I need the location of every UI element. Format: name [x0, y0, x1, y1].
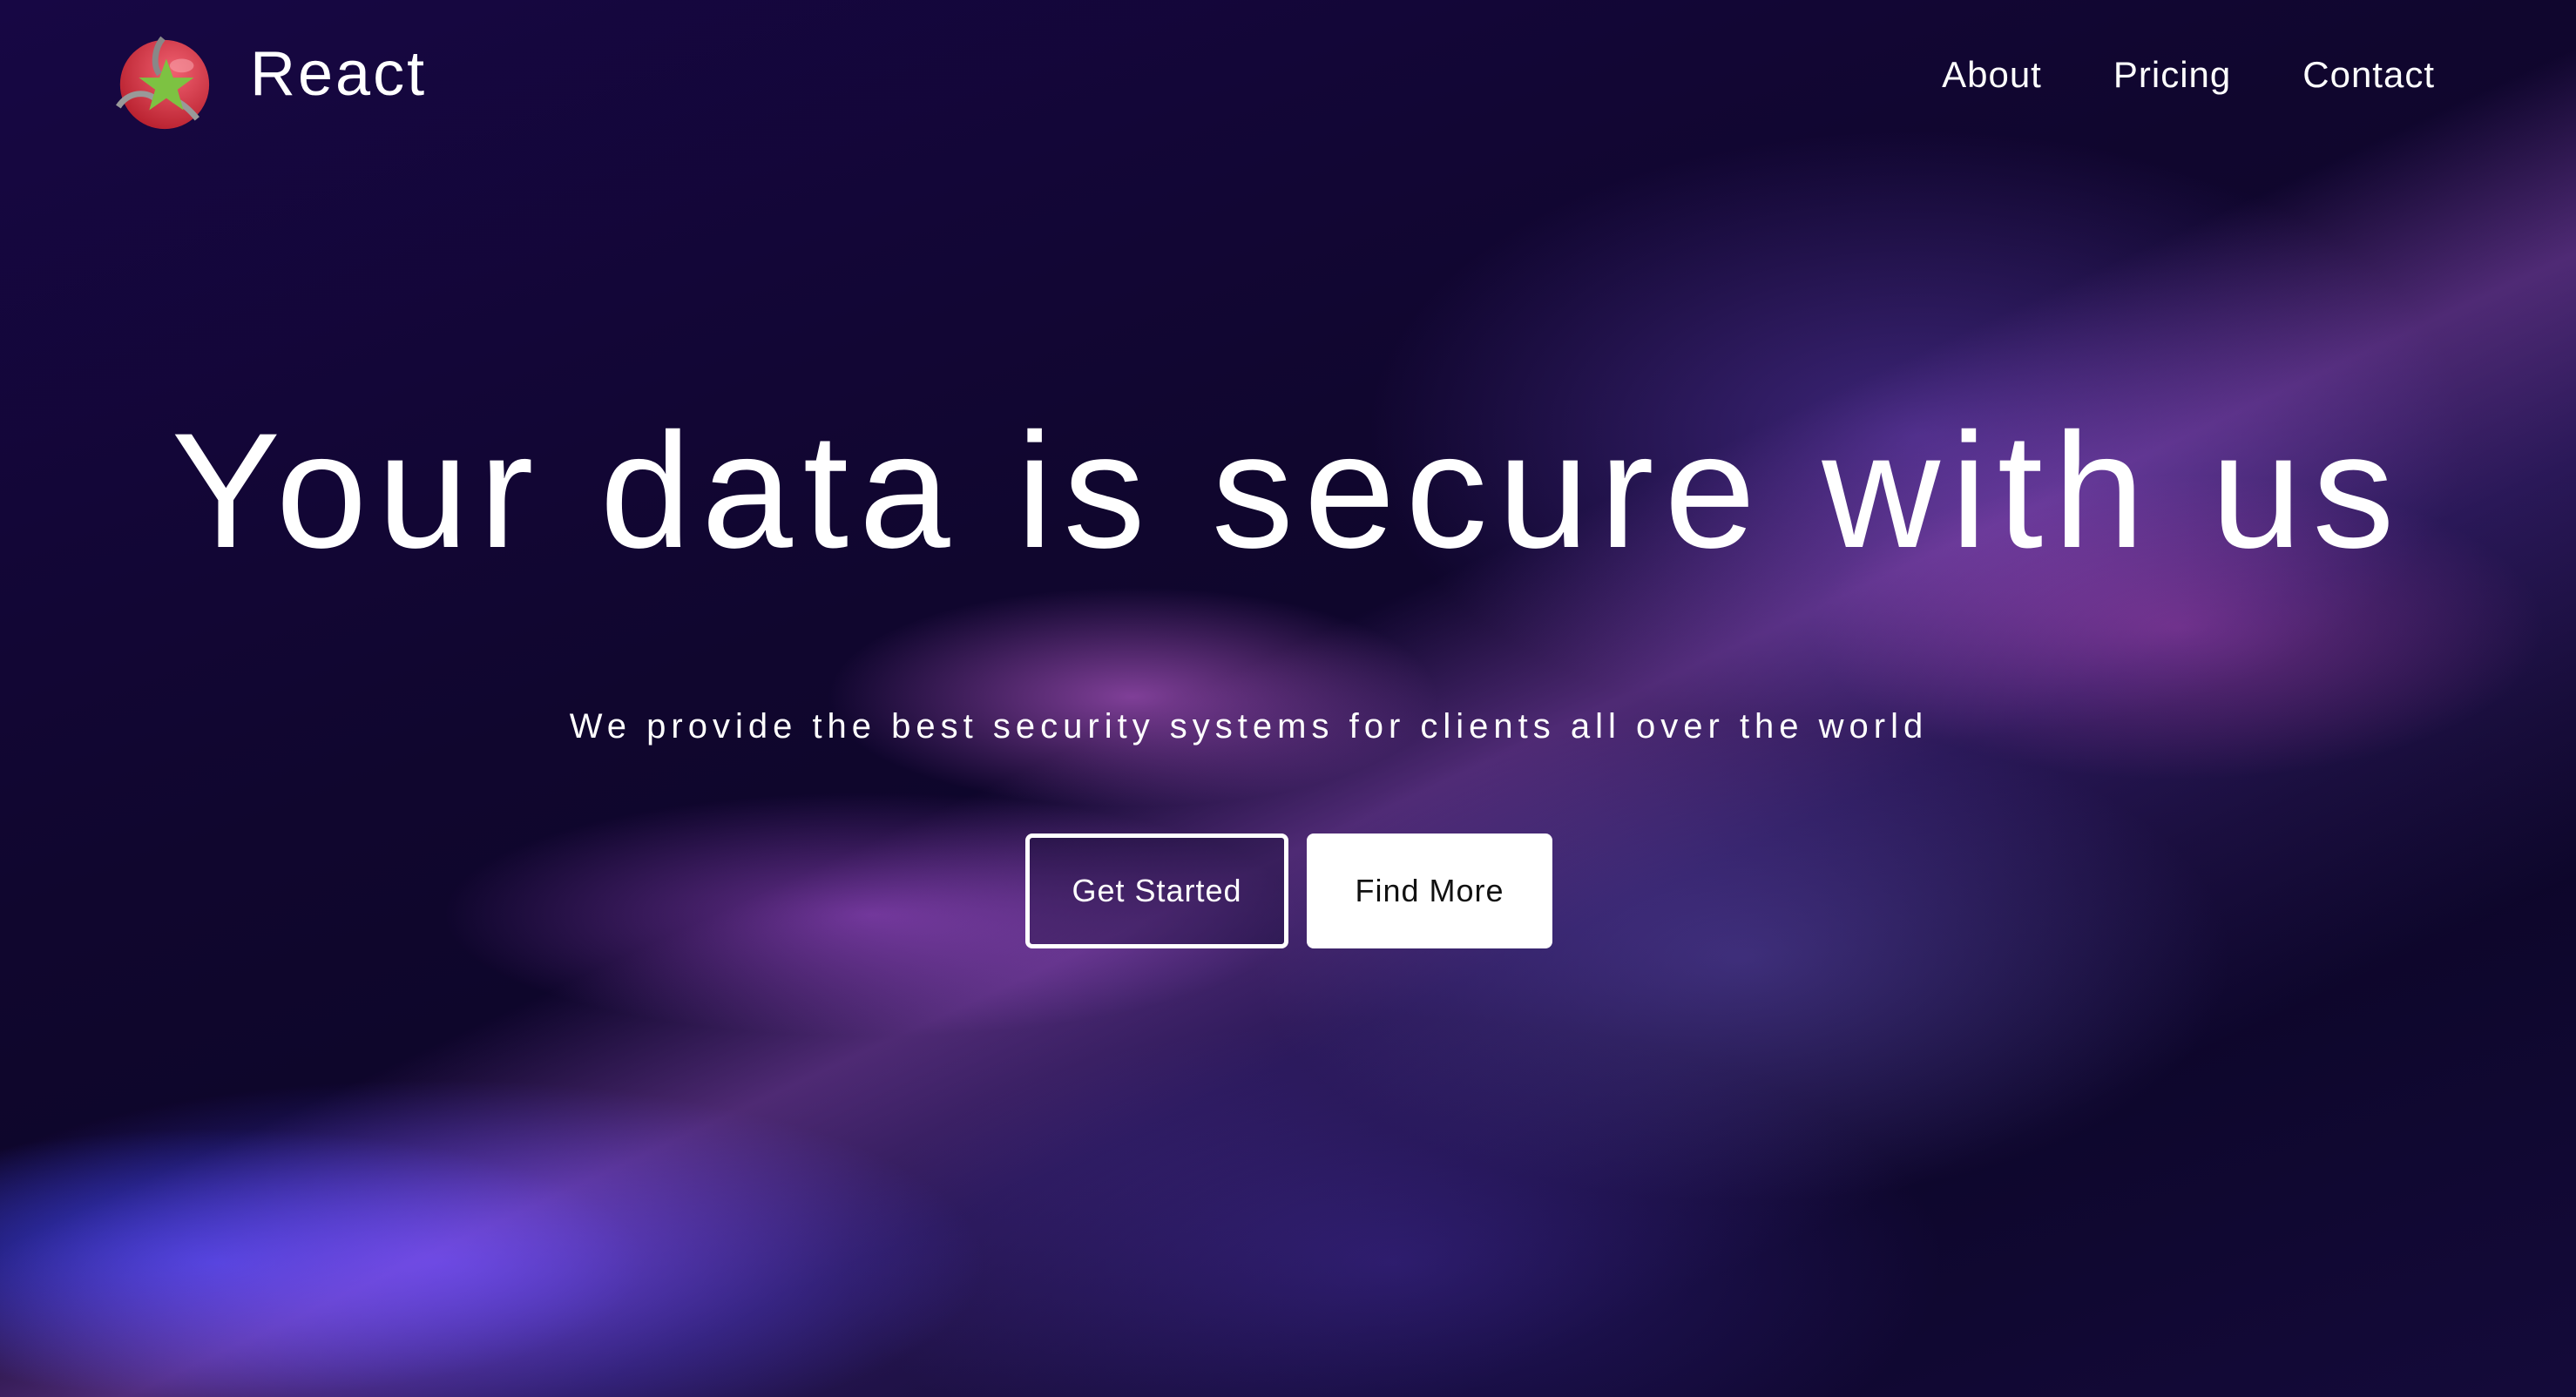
- background-particle-wave: [0, 0, 2576, 1397]
- nav-link-contact[interactable]: Contact: [2302, 54, 2435, 96]
- hero-title: Your data is secure with us: [171, 399, 2405, 582]
- find-more-button[interactable]: Find More: [1307, 833, 1552, 948]
- hero-subtitle: We provide the best security systems for…: [569, 707, 1929, 746]
- main-nav: About Pricing Contact: [1942, 54, 2435, 96]
- brand-name[interactable]: React: [250, 38, 427, 110]
- react-logo-icon: [116, 36, 210, 130]
- nav-link-pricing[interactable]: Pricing: [2113, 54, 2231, 96]
- nav-link-about[interactable]: About: [1942, 54, 2042, 96]
- get-started-button[interactable]: Get Started: [1025, 833, 1288, 948]
